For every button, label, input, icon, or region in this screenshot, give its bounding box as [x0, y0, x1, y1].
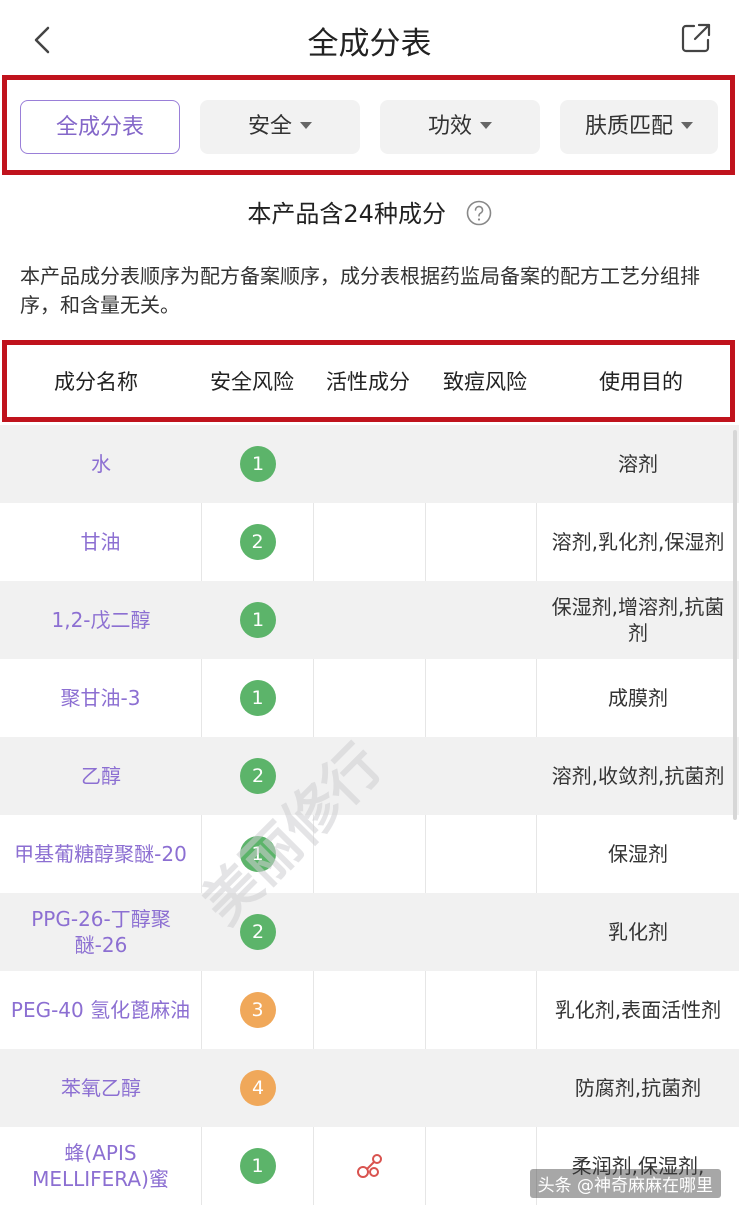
- ingredient-name[interactable]: 苯氧乙醇: [0, 1049, 202, 1127]
- column-header-active: 活性成分: [326, 370, 410, 394]
- active-cell: [314, 581, 426, 659]
- table-row[interactable]: 苯氧乙醇 4 防腐剂,抗菌剂: [0, 1049, 739, 1127]
- tab-safety[interactable]: 安全: [200, 100, 360, 154]
- acne-cell: [426, 971, 537, 1049]
- table-row[interactable]: 聚甘油-3 1 成膜剂: [0, 659, 739, 737]
- acne-cell: [426, 815, 537, 893]
- acne-cell: [426, 1127, 537, 1205]
- page-title: 全成分表: [307, 26, 432, 62]
- table-row[interactable]: 1,2-戊二醇 1 保湿剂,增溶剂,抗菌剂: [0, 581, 739, 659]
- molecule-icon: [356, 1154, 382, 1178]
- tab-all-ingredients[interactable]: 全成分表: [20, 100, 180, 154]
- table-row[interactable]: 乙醇 2 溶剂,收敛剂,抗菌剂: [0, 737, 739, 815]
- active-cell: [314, 815, 426, 893]
- active-cell: [314, 971, 426, 1049]
- safety-cell: 1: [202, 1127, 314, 1205]
- ingredient-name[interactable]: 1,2-戊二醇: [0, 581, 202, 659]
- table-row[interactable]: PEG-40 氢化蓖麻油 3 乳化剂,表面活性剂: [0, 971, 739, 1049]
- share-icon[interactable]: [678, 20, 714, 56]
- safety-badge: 1: [240, 446, 276, 482]
- acne-cell: [426, 737, 537, 815]
- active-cell: [314, 425, 426, 503]
- ingredient-name[interactable]: 乙醇: [0, 737, 202, 815]
- purpose-cell: 乳化剂: [608, 920, 668, 944]
- column-header-name: 成分名称: [54, 370, 138, 394]
- purpose-cell: 防腐剂,抗菌剂: [574, 1076, 702, 1100]
- safety-badge: 4: [240, 1070, 276, 1106]
- question-circle-icon[interactable]: [466, 200, 492, 226]
- table-row[interactable]: PPG-26-丁醇聚醚-26 2 乳化剂: [0, 893, 739, 971]
- attribution-caption: 头条 @神奇麻麻在哪里: [529, 1169, 721, 1198]
- safety-badge: 3: [239, 992, 276, 1028]
- acne-cell: [426, 425, 537, 503]
- safety-cell: 1: [202, 581, 314, 659]
- tab-label: 肤质匹配: [584, 114, 673, 139]
- safety-badge: 2: [240, 914, 276, 950]
- safety-cell: 1: [202, 425, 314, 503]
- active-cell: [314, 893, 426, 971]
- acne-cell: [426, 893, 537, 971]
- safety-cell: 2: [202, 737, 314, 815]
- acne-cell: [426, 1049, 537, 1127]
- active-cell: [314, 1049, 426, 1127]
- ingredient-count: 本产品含24种成分: [0, 194, 739, 229]
- purpose-cell: 成膜剂: [608, 686, 668, 710]
- app-header: 全成分表: [0, 0, 739, 78]
- active-cell: [314, 1127, 426, 1205]
- safety-badge: 2: [239, 524, 276, 560]
- table-row[interactable]: 甘油 2 溶剂,乳化剂,保湿剂: [0, 503, 739, 581]
- column-header-acne: 致痘风险: [443, 370, 527, 394]
- tab-label: 全成分表: [55, 115, 144, 140]
- acne-cell: [426, 659, 537, 737]
- purpose-cell: 溶剂,乳化剂,保湿剂: [551, 530, 725, 554]
- tab-efficacy[interactable]: 功效: [380, 100, 540, 154]
- tab-skin-match[interactable]: 肤质匹配: [560, 100, 718, 154]
- safety-cell: 2: [202, 503, 314, 581]
- purpose-cell: 保湿剂,增溶剂,抗菌剂: [551, 595, 725, 645]
- ingredient-name[interactable]: 甘油: [0, 503, 202, 581]
- active-cell: [314, 659, 426, 737]
- safety-badge: 1: [239, 680, 276, 716]
- safety-cell: 4: [202, 1049, 314, 1127]
- safety-badge: 1: [240, 602, 276, 638]
- safety-badge: 1: [239, 1148, 276, 1184]
- ingredient-name[interactable]: 甲基葡糖醇聚醚-20: [0, 815, 202, 893]
- ingredient-name[interactable]: 水: [0, 425, 202, 503]
- ingredient-name[interactable]: PPG-26-丁醇聚醚-26: [0, 893, 202, 971]
- tab-label: 功效: [427, 114, 472, 139]
- caret-down-icon: [480, 122, 492, 129]
- ingredient-name[interactable]: 蜂(APIS MELLIFERA)蜜: [0, 1127, 202, 1205]
- acne-cell: [426, 503, 537, 581]
- table-row[interactable]: 水 1 溶剂: [0, 425, 739, 503]
- acne-cell: [426, 581, 537, 659]
- tab-label: 安全: [247, 114, 292, 139]
- column-header-safety: 安全风险: [210, 370, 294, 394]
- active-cell: [314, 503, 426, 581]
- ordering-note: 本产品成分表顺序为配方备案顺序，成分表根据药监局备案的配方工艺分组排序，和含量无…: [20, 264, 700, 317]
- purpose-cell: 乳化剂,表面活性剂: [554, 998, 722, 1022]
- column-header-purpose: 使用目的: [599, 370, 683, 394]
- scrollbar[interactable]: [733, 430, 737, 820]
- ingredient-name[interactable]: PEG-40 氢化蓖麻油: [0, 971, 202, 1049]
- purpose-cell: 溶剂,收敛剂,抗菌剂: [551, 764, 725, 788]
- safety-cell: 1: [202, 815, 314, 893]
- active-cell: [314, 737, 426, 815]
- ingredient-name[interactable]: 聚甘油-3: [0, 659, 202, 737]
- safety-cell: 2: [202, 893, 314, 971]
- caret-down-icon: [681, 122, 693, 129]
- caret-down-icon: [300, 122, 312, 129]
- safety-cell: 1: [202, 659, 314, 737]
- safety-cell: 3: [202, 971, 314, 1049]
- purpose-cell: 溶剂: [618, 452, 658, 476]
- safety-badge: 1: [239, 836, 276, 872]
- table-row[interactable]: 甲基葡糖醇聚醚-20 1 保湿剂: [0, 815, 739, 893]
- purpose-cell: 保湿剂: [608, 842, 668, 866]
- safety-badge: 2: [240, 758, 276, 794]
- ingredient-count-text: 本产品含24种成分: [247, 200, 446, 228]
